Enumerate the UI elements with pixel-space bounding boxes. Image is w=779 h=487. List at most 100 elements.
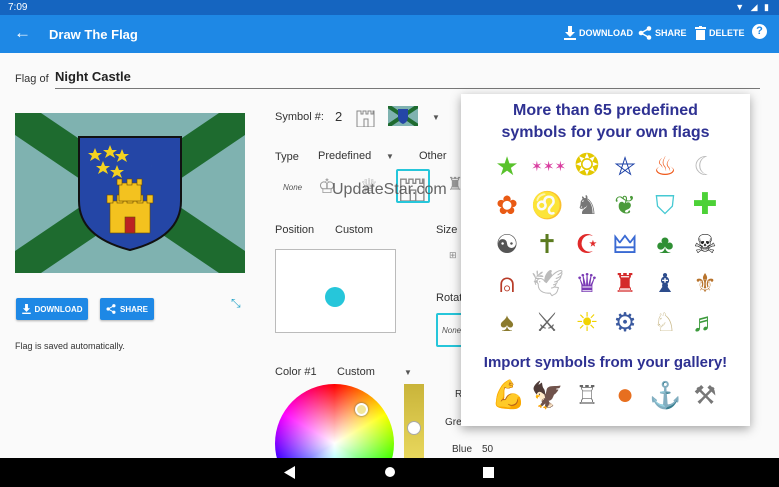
skull-icon: ☠ (689, 228, 721, 260)
green-star-icon: ★ (491, 150, 523, 182)
blue-label: Blue (452, 444, 472, 455)
position-select[interactable]: Custom (335, 224, 373, 236)
brightness-slider[interactable] (404, 384, 424, 458)
cannon-icon: ⚙ (609, 306, 641, 338)
anchor-icon: ⚓ (649, 379, 681, 411)
flag-preview[interactable] (15, 113, 245, 273)
share-flag-label: SHARE (120, 305, 148, 314)
oak-tree-icon: ♠ (491, 306, 523, 338)
share-icon (106, 304, 116, 314)
yin-yang-icon: ☯ (491, 228, 523, 260)
download-flag-label: DOWNLOAD (35, 305, 83, 314)
eagle-icon: 🦅 (531, 379, 563, 411)
watermark-text: UpdateStar.com (332, 181, 447, 199)
pine-tree-icon: ♣ (649, 228, 681, 260)
help-button[interactable]: ? (752, 24, 767, 39)
blue-value: 50 (482, 444, 493, 455)
crown-icon: ♛ (571, 267, 603, 299)
promo-heading-line2: symbols for your own flags (461, 124, 750, 142)
share-flag-button[interactable]: SHARE (100, 298, 154, 320)
promo-card: More than 65 predefined symbols for your… (461, 94, 750, 426)
collapse-arrows-icon[interactable]: ⤡ (231, 296, 241, 311)
share-icon (638, 26, 652, 40)
rotate-none-label: None (442, 326, 461, 335)
delete-button[interactable]: DELETE (695, 26, 745, 40)
share-label: SHARE (655, 28, 687, 38)
flame-icon: ♨ (649, 150, 681, 182)
download-icon (22, 304, 31, 314)
flag-name-label: Flag of (15, 73, 49, 85)
star-crescent-icon: ☪ (571, 228, 603, 260)
symbol-number-value[interactable]: 2 (335, 109, 342, 124)
app-bar: ← Draw The Flag DOWNLOAD SHARE DELETE ? (0, 15, 779, 53)
size-label: Size (436, 224, 457, 236)
position-label: Position (275, 224, 314, 236)
download-label: DOWNLOAD (579, 28, 633, 38)
delete-label: DELETE (709, 28, 745, 38)
autosave-note: Flag is saved automatically. (15, 341, 125, 351)
rotate-label: Rotat (436, 292, 462, 304)
symbol-dropdown-icon[interactable]: ▼ (432, 113, 440, 122)
basketball-icon: ● (609, 379, 641, 411)
symbol-number-label: Symbol #: (275, 111, 324, 123)
fleur-de-lis-icon: ⚜ (689, 267, 721, 299)
latin-cross-icon: ✝ (531, 228, 563, 260)
axe-icon: ⚒ (689, 379, 721, 411)
nav-recents-icon[interactable] (483, 467, 494, 478)
bell-icon: ⍝ (491, 267, 523, 299)
share-button[interactable]: SHARE (638, 26, 687, 40)
status-time: 7:09 (8, 2, 27, 13)
other-tab[interactable]: Other (419, 150, 447, 162)
status-icons: ▼ ◢ ▮ (735, 2, 771, 13)
laurel-wreath-icon: ❦ (609, 189, 641, 221)
lion-rampant-icon: ♞ (571, 189, 603, 221)
sword-icon: ⚔ (531, 306, 563, 338)
download-flag-button[interactable]: DOWNLOAD (16, 298, 88, 320)
type-dropdown-icon[interactable]: ▼ (386, 152, 394, 161)
eiffel-tower-icon: ♖ (571, 379, 603, 411)
help-icon: ? (752, 24, 767, 39)
shield-icon: ⛉ (649, 189, 681, 221)
flower-icon: ✿ (491, 189, 523, 221)
cross-icon: ✚ (689, 189, 721, 221)
status-bar: 7:09 ▼ ◢ ▮ (0, 0, 779, 15)
page-title: Draw The Flag (49, 27, 138, 42)
crescent-icon: ☾ (689, 150, 721, 182)
castle-icon[interactable] (356, 105, 376, 127)
stars-icon: ✶✶✶ (531, 150, 563, 182)
import-heading: Import symbols from your gallery! (461, 354, 750, 371)
eagle-icon: 🜲 (609, 228, 641, 260)
trash-icon (695, 26, 706, 40)
type-label: Type (275, 151, 299, 163)
symbol-none-option[interactable]: None (283, 183, 302, 192)
app-screen: 7:09 ▼ ◢ ▮ ← Draw The Flag DOWNLOAD SHAR… (0, 0, 779, 487)
color-label: Color #1 (275, 366, 317, 378)
flexed-arm-icon: 💪 (491, 379, 523, 411)
castle-icon: ♜ (609, 267, 641, 299)
nav-home-icon[interactable] (384, 466, 396, 478)
harp-icon: ♬ (689, 306, 721, 338)
position-pad[interactable] (275, 249, 396, 333)
star-circle-icon: ❂ (571, 150, 603, 182)
download-button[interactable]: DOWNLOAD (564, 26, 633, 40)
position-handle[interactable] (325, 287, 345, 307)
brightness-handle[interactable] (407, 421, 421, 435)
flag-thumbnail-icon[interactable] (388, 106, 418, 126)
color-wheel-handle[interactable] (355, 403, 368, 416)
nav-back-icon[interactable] (284, 466, 296, 479)
back-arrow-icon[interactable]: ← (14, 23, 31, 43)
dove-icon: 🕊 (531, 267, 563, 299)
unicorn-icon: ♘ (649, 306, 681, 338)
sun-icon: ☀ (571, 306, 603, 338)
size-icon: ⊞ (449, 250, 457, 261)
lion-icon: ♌ (531, 189, 563, 221)
download-icon (564, 26, 576, 40)
promo-heading-line1: More than 65 predefined (461, 102, 750, 120)
color-select[interactable]: Custom (337, 366, 375, 378)
green-label: Gre (445, 417, 462, 428)
torch-icon: ♝ (649, 267, 681, 299)
color-dropdown-icon[interactable]: ▼ (404, 368, 412, 377)
flag-name-input[interactable]: Night Castle (55, 69, 760, 89)
type-select[interactable]: Predefined (318, 150, 371, 162)
navigation-bar (0, 458, 779, 487)
